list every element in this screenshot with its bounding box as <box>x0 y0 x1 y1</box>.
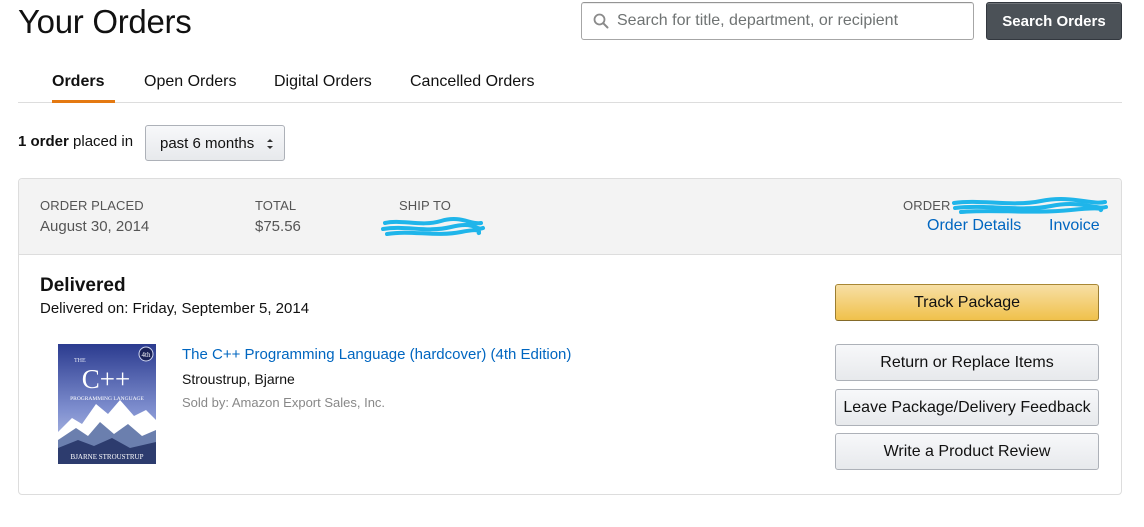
delivery-date: Delivered on: Friday, September 5, 2014 <box>40 300 310 317</box>
order-tabs: Orders Open Orders Digital Orders Cancel… <box>18 62 1122 103</box>
ship-to-redaction <box>381 217 485 236</box>
order-placed-value: August 30, 2014 <box>40 218 150 235</box>
order-card: ORDER PLACED August 30, 2014 TOTAL $75.5… <box>18 178 1122 495</box>
cover-edition: 4th <box>142 351 151 359</box>
product-seller: Sold by: Amazon Export Sales, Inc. <box>182 395 386 410</box>
ship-to-label: SHIP TO <box>399 198 452 213</box>
product-image[interactable]: 4th THE C++ PROGRAMMING LANGUAGE BJARNE … <box>58 344 156 464</box>
shipment-status: Delivered <box>40 275 126 296</box>
invoice-link[interactable]: Invoice <box>1049 217 1100 235</box>
time-range-value: past 6 months <box>160 135 255 152</box>
order-number-redaction <box>952 197 1108 214</box>
order-count-text: 1 order placed in <box>18 133 133 150</box>
tab-cancelled-orders[interactable]: Cancelled Orders <box>410 62 535 102</box>
time-range-dropdown[interactable]: past 6 months <box>145 125 285 161</box>
cover-title: C++ <box>82 364 130 394</box>
tab-digital-orders[interactable]: Digital Orders <box>274 62 372 102</box>
book-cover-art: 4th THE C++ PROGRAMMING LANGUAGE BJARNE … <box>58 344 156 464</box>
order-number-label: ORDER <box>903 198 951 213</box>
active-tab-indicator <box>52 100 115 103</box>
cover-author: BJARNE STROUSTRUP <box>71 453 144 461</box>
search-orders-button[interactable]: Search Orders <box>986 2 1122 40</box>
total-label: TOTAL <box>255 198 297 213</box>
total-value: $75.56 <box>255 218 301 235</box>
search-icon <box>593 13 609 29</box>
page-title: Your Orders <box>18 3 192 40</box>
search-input[interactable] <box>617 3 967 39</box>
cover-subtitle: PROGRAMMING LANGUAGE <box>70 396 144 402</box>
order-details-link[interactable]: Order Details <box>927 217 1021 235</box>
delivery-feedback-button[interactable]: Leave Package/Delivery Feedback <box>835 389 1099 426</box>
order-count: 1 order <box>18 133 69 150</box>
order-header: ORDER PLACED August 30, 2014 TOTAL $75.5… <box>19 179 1121 255</box>
order-placed-label: ORDER PLACED <box>40 198 144 213</box>
product-title-link[interactable]: The C++ Programming Language (hardcover)… <box>182 346 571 363</box>
return-replace-button[interactable]: Return or Replace Items <box>835 344 1099 381</box>
tab-open-orders[interactable]: Open Orders <box>144 62 236 102</box>
write-review-button[interactable]: Write a Product Review <box>835 433 1099 470</box>
track-package-button[interactable]: Track Package <box>835 284 1099 321</box>
dropdown-arrows-icon <box>267 139 273 149</box>
tab-orders[interactable]: Orders <box>52 62 104 102</box>
search-box[interactable] <box>581 2 974 40</box>
product-author: Stroustrup, Bjarne <box>182 371 295 387</box>
order-count-suffix: placed in <box>73 133 134 150</box>
